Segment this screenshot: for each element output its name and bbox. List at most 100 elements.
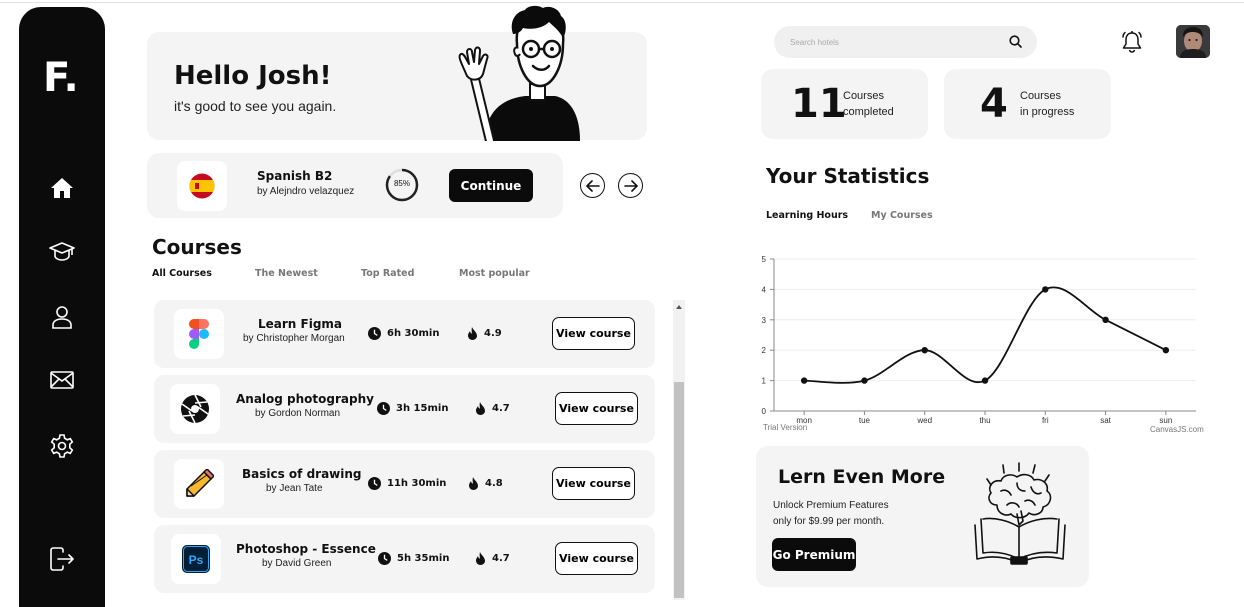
- tab-top-rated[interactable]: Top Rated: [361, 268, 414, 279]
- course-duration: 3h 15min: [377, 402, 448, 415]
- course-author: by David Green: [262, 558, 332, 569]
- stat-number: 11: [791, 81, 847, 127]
- svg-text:Ps: Ps: [189, 553, 204, 567]
- clock-icon: [368, 477, 381, 490]
- course-duration-value: 3h 15min: [396, 403, 449, 414]
- course-author: by Christopher Morgan: [243, 333, 345, 344]
- chart-series-line: [804, 286, 1167, 384]
- course-row: Learn Figma by Christopher Morgan 6h 30m…: [154, 300, 655, 368]
- scrollbar-thumb[interactable]: [674, 382, 684, 598]
- tab-my-courses[interactable]: My Courses: [871, 210, 933, 221]
- course-duration-value: 5h 35min: [397, 553, 450, 564]
- course-rating-value: 4.7: [492, 553, 510, 564]
- view-course-button[interactable]: View course: [552, 317, 635, 350]
- arrow-right-icon: [623, 179, 638, 192]
- chart-x-tick-label: thu: [979, 416, 990, 425]
- stat-label-line2: in progress: [1020, 106, 1075, 118]
- top-divider: [0, 2, 1244, 3]
- sidebar-item-profile[interactable]: [47, 302, 77, 332]
- app-logo[interactable]: F.: [43, 55, 79, 101]
- clock-icon: [368, 327, 381, 340]
- bell-icon[interactable]: [1121, 30, 1143, 54]
- chart-data-point: [800, 377, 808, 384]
- premium-text-line1: Unlock Premium Features: [773, 500, 889, 511]
- fire-icon: [468, 327, 477, 340]
- avatar[interactable]: [1176, 25, 1210, 58]
- tab-learning-hours[interactable]: Learning Hours: [766, 210, 848, 221]
- chart-y-tick-label: 4: [762, 285, 767, 294]
- chart-x-tick-label: wed: [916, 416, 932, 425]
- user-icon: [52, 306, 72, 329]
- view-course-button[interactable]: View course: [555, 392, 638, 425]
- stat-label: Courses in progress: [1020, 88, 1074, 120]
- continue-button[interactable]: Continue: [449, 169, 533, 202]
- current-course-author: by Alejndro velazquez: [257, 186, 355, 197]
- spain-flag-icon: [189, 173, 215, 199]
- previous-course-button[interactable]: [580, 173, 605, 198]
- premium-text-line2: only for $9.99 per month.: [773, 516, 885, 527]
- progress-label: 85%: [393, 179, 410, 188]
- greeting-subtitle: it's good to see you again.: [174, 98, 337, 114]
- stat-label: Courses completed: [843, 88, 894, 120]
- sidebar-item-settings[interactable]: [47, 431, 77, 461]
- waving-character-illustration: [458, 5, 580, 141]
- clock-icon: [377, 402, 390, 415]
- tab-most-popular[interactable]: Most popular: [459, 268, 530, 279]
- tab-newest[interactable]: The Newest: [255, 268, 318, 279]
- premium-title: Lern Even More: [778, 466, 946, 488]
- view-course-button[interactable]: View course: [552, 467, 635, 500]
- progress-ring: 85%: [385, 168, 419, 202]
- course-flag-box: [177, 161, 227, 211]
- fire-icon: [469, 477, 478, 490]
- course-rating: 4.7: [475, 402, 510, 415]
- sidebar-item-courses[interactable]: [47, 237, 77, 267]
- chart-x-tick-label: fri: [1042, 416, 1049, 425]
- course-title: Basics of drawing: [242, 467, 362, 481]
- chart-watermark-left: Trial Version: [763, 423, 808, 432]
- course-title: Learn Figma: [258, 317, 343, 331]
- course-rating-value: 4.8: [485, 478, 503, 489]
- premium-card: Lern Even More Unlock Premium Features o…: [756, 446, 1089, 587]
- current-course-title: Spanish B2: [257, 169, 333, 183]
- scroll-up-arrow-icon[interactable]: [676, 305, 682, 309]
- course-duration-value: 11h 30min: [387, 478, 447, 489]
- chart-x-tick-label: tue: [859, 416, 871, 425]
- chart-watermark-right: CanvasJS.com: [1150, 425, 1204, 434]
- sidebar-item-home[interactable]: [47, 173, 77, 203]
- course-rating-value: 4.9: [484, 328, 502, 339]
- go-premium-button[interactable]: Go Premium: [772, 538, 856, 571]
- course-icon-box: [170, 384, 220, 434]
- next-course-button[interactable]: [618, 173, 643, 198]
- current-course-card: Spanish B2 by Alejndro velazquez 85% Con…: [147, 153, 563, 218]
- view-course-button[interactable]: View course: [555, 542, 638, 575]
- course-rating: 4.9: [467, 327, 502, 340]
- stat-card-in-progress: 4 Courses in progress: [944, 69, 1111, 139]
- search-icon[interactable]: [1009, 35, 1022, 48]
- courses-scrollbar[interactable]: [673, 300, 685, 600]
- search-bar: [774, 26, 1037, 58]
- chart-x-tick-label: sat: [1100, 416, 1111, 425]
- learning-hours-chart-svg: 012345mon tue wed thu fri sat sun: [762, 255, 1196, 425]
- chart-data-point: [1042, 286, 1049, 293]
- chart-y-tick-label: 5: [762, 255, 767, 264]
- brain-book-illustration: [974, 462, 1066, 565]
- stat-label-line2: completed: [843, 106, 894, 118]
- figma-icon: [189, 319, 209, 349]
- arrow-left-icon: [585, 179, 600, 192]
- gear-icon: [50, 434, 74, 458]
- graduation-cap-icon: [49, 242, 75, 261]
- chart-y-tick-label: 1: [762, 377, 767, 386]
- current-course-info: Spanish B2 by Alejndro velazquez: [257, 169, 354, 197]
- course-duration: 5h 35min: [378, 552, 449, 565]
- pencil-icon: [186, 469, 214, 497]
- stat-card-completed: 11 Courses completed: [761, 69, 928, 139]
- course-duration: 11h 30min: [368, 477, 446, 490]
- tab-all-courses[interactable]: All Courses: [152, 268, 212, 279]
- course-row: Basics of drawing by Jean Tate 11h 30min…: [154, 450, 655, 518]
- chart-y-tick-label: 2: [762, 346, 767, 355]
- course-rating-value: 4.7: [492, 403, 510, 414]
- home-icon: [51, 178, 73, 198]
- logout-button[interactable]: [47, 544, 77, 574]
- sidebar-item-messages[interactable]: [47, 365, 77, 395]
- search-input[interactable]: [790, 34, 990, 50]
